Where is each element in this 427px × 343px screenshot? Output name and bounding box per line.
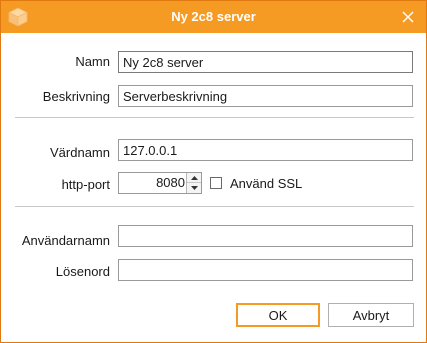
close-button[interactable] bbox=[397, 7, 419, 27]
cancel-button[interactable]: Avbryt bbox=[328, 303, 414, 327]
title-bar[interactable]: Ny 2c8 server bbox=[1, 1, 426, 33]
use-ssl-label[interactable]: Använd SSL bbox=[230, 176, 302, 192]
separator bbox=[15, 117, 414, 118]
arrow-up-icon bbox=[190, 175, 198, 180]
hostname-label: Värdnamn bbox=[50, 145, 110, 160]
spinner-down-button[interactable] bbox=[187, 183, 201, 193]
close-icon bbox=[402, 11, 414, 23]
arrow-down-icon bbox=[190, 186, 198, 190]
window-title: Ny 2c8 server bbox=[171, 9, 256, 24]
dialog-window: Ny 2c8 server Namn Beskrivning Värdnamn … bbox=[0, 0, 427, 343]
hostname-input[interactable] bbox=[118, 139, 413, 161]
username-label: Användarnamn bbox=[21, 233, 110, 248]
name-input[interactable] bbox=[118, 51, 413, 73]
ok-button[interactable]: OK bbox=[236, 303, 320, 327]
separator bbox=[15, 206, 414, 207]
description-input[interactable] bbox=[118, 85, 413, 107]
username-input[interactable] bbox=[118, 225, 413, 247]
spinner-buttons bbox=[186, 173, 201, 193]
http-port-spinner[interactable]: 8080 bbox=[118, 172, 202, 194]
name-label: Namn bbox=[75, 54, 110, 69]
description-label: Beskrivning bbox=[42, 89, 110, 104]
password-input[interactable] bbox=[118, 259, 413, 281]
use-ssl-checkbox[interactable] bbox=[210, 177, 222, 189]
password-label: Lösenord bbox=[55, 264, 110, 279]
http-port-label: http-port bbox=[61, 177, 110, 192]
spinner-up-button[interactable] bbox=[187, 173, 201, 183]
http-port-value[interactable]: 8080 bbox=[119, 173, 185, 193]
